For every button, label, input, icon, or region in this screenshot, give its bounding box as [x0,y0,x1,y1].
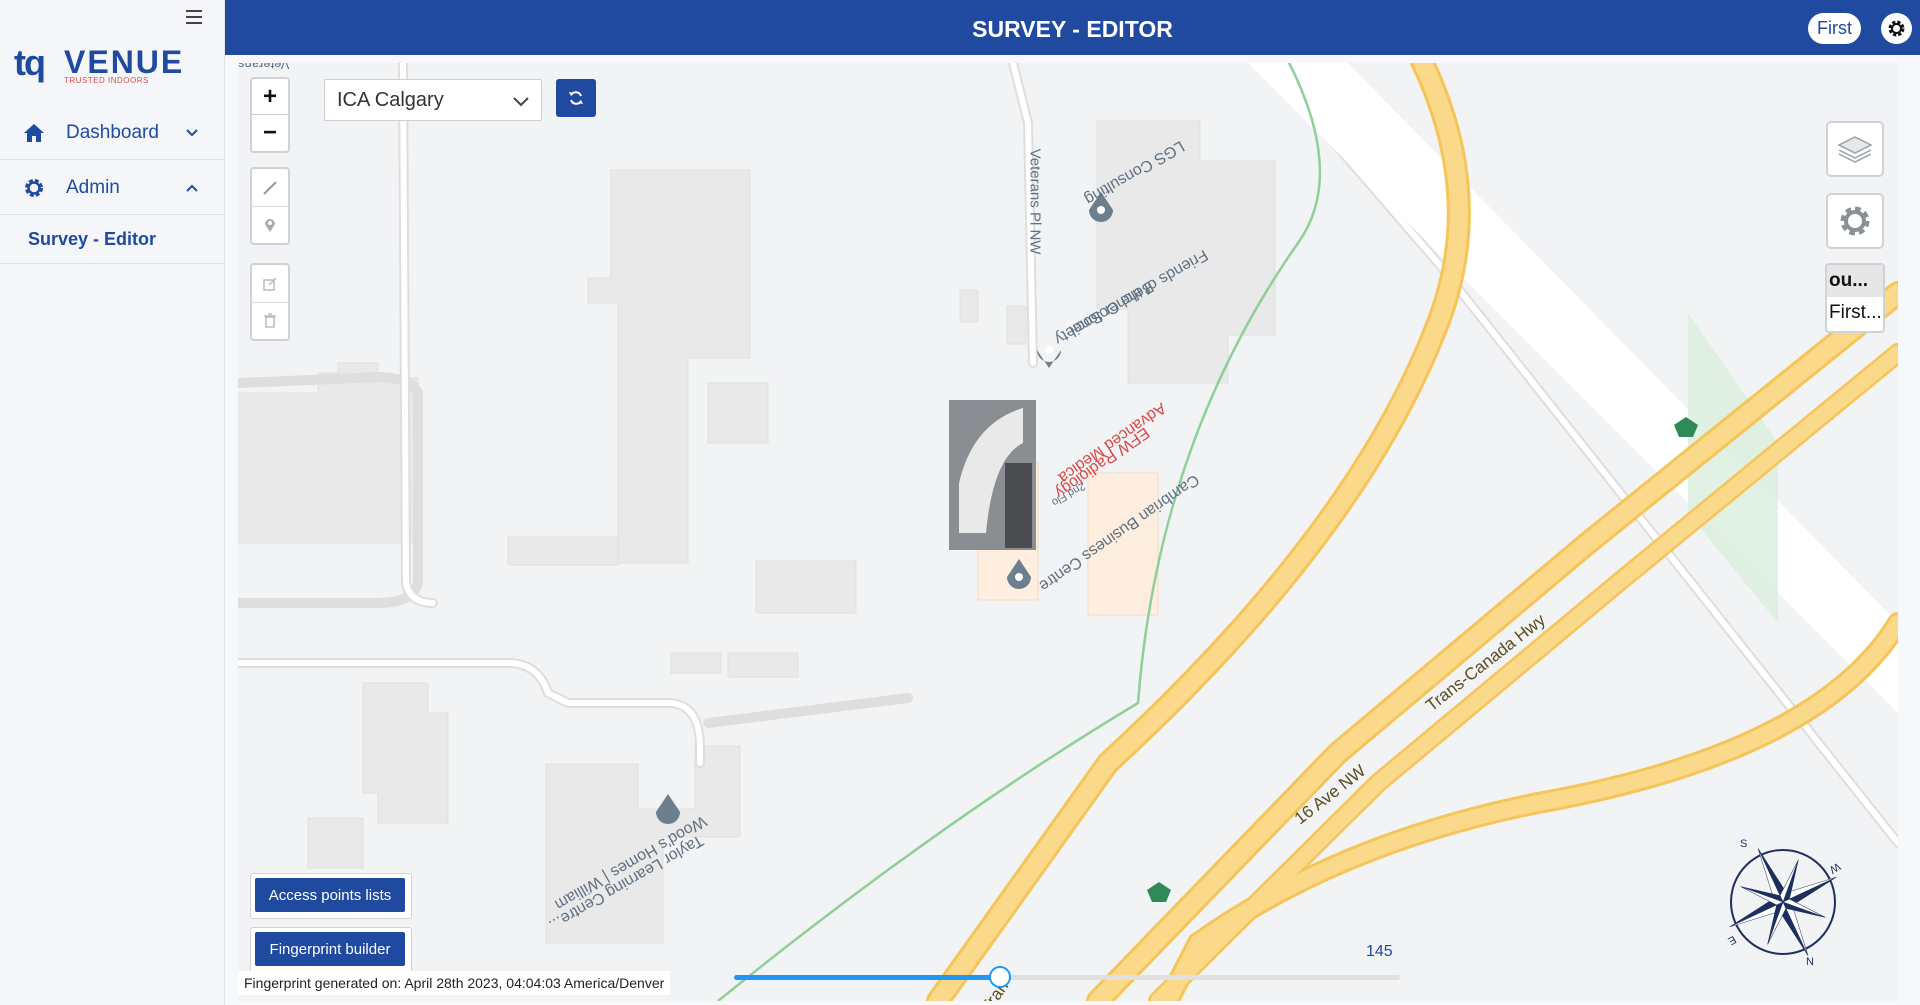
fingerprint-builder-button[interactable]: Fingerprint builder [255,932,405,966]
fingerprint-slider[interactable] [734,965,1400,989]
header-settings-button[interactable] [1881,13,1912,44]
refresh-icon [569,91,583,105]
edit-toolbar [250,263,290,341]
sidebar-item-admin[interactable]: Admin [0,161,225,215]
venue-logo: tq VENUE TRUSTED INDOORS [14,40,204,88]
floor-option[interactable]: First... [1827,297,1883,329]
draw-marker-button[interactable] [252,206,288,243]
floor-selector: ou... First... [1825,263,1885,333]
floor-option-selected[interactable]: ou... [1827,265,1883,297]
map-label-veterans-top: Veterans [238,63,290,72]
page-title: SURVEY - EDITOR [972,16,1173,42]
zoom-control: + − [250,77,290,153]
sidebar-item-dashboard[interactable]: Dashboard [0,106,225,160]
gear-icon [25,178,43,197]
map-label-veterans-pl: Veterans Pl NW [1026,148,1044,255]
gear-icon [1888,20,1905,37]
floor-plan-overlay[interactable] [949,400,1036,550]
compass-rose-icon: N S E W [1726,838,1843,967]
sidebar-item-label: Admin [66,176,120,198]
access-points-button[interactable]: Access points lists [255,878,405,912]
floor-pill-button[interactable]: First [1808,13,1861,44]
chevron-up-icon [186,184,198,192]
sidebar: tq VENUE TRUSTED INDOORS Dashboard Admin… [0,0,225,1005]
compass-s-label: S [1740,838,1747,850]
zoom-out-button[interactable]: − [252,115,288,151]
edit-layers-button[interactable] [252,265,288,302]
top-header: SURVEY - EDITOR First [225,0,1920,55]
pencil-line-icon [263,180,277,195]
trash-icon [264,313,276,328]
logo-mark: tq [14,42,46,83]
compass-w-label: W [1827,860,1843,876]
edit-icon [263,276,277,291]
slider-value: 145 [1366,943,1393,960]
chevron-down-icon [186,128,198,136]
map-base-layer [238,63,1898,1001]
fingerprint-generated-note: Fingerprint generated on: April 28th 202… [238,971,671,995]
map-canvas[interactable]: Veterans LGS Consulting Friends of the C… [238,63,1898,1001]
layers-button[interactable] [1826,121,1884,177]
access-points-wrap: Access points lists [250,873,412,919]
delete-layers-button[interactable] [252,302,288,339]
chevron-down-icon [513,97,529,107]
draw-line-button[interactable] [252,169,288,206]
sidebar-item-label: Dashboard [66,121,159,143]
fingerprint-builder-wrap: Fingerprint builder [250,927,412,973]
venue-select-value: ICA Calgary [337,88,444,111]
venue-select[interactable]: ICA Calgary [324,79,542,121]
zoom-in-button[interactable]: + [252,79,288,115]
draw-toolbar [250,167,290,245]
sidebar-subitem-survey-editor[interactable]: Survey - Editor [0,216,225,264]
slider-thumb[interactable] [989,966,1012,988]
gear-icon [1840,206,1870,236]
hamburger-menu-icon[interactable] [186,10,202,24]
slider-fill [734,975,1001,980]
layers-icon [1837,136,1873,163]
refresh-button[interactable] [556,79,596,117]
compass-n-label: N [1806,956,1814,967]
map-pin-icon [265,219,275,232]
compass-e-label: E [1726,933,1738,947]
home-icon [24,123,44,142]
logo-tagline: TRUSTED INDOORS [64,76,149,85]
map-settings-button[interactable] [1826,193,1884,249]
